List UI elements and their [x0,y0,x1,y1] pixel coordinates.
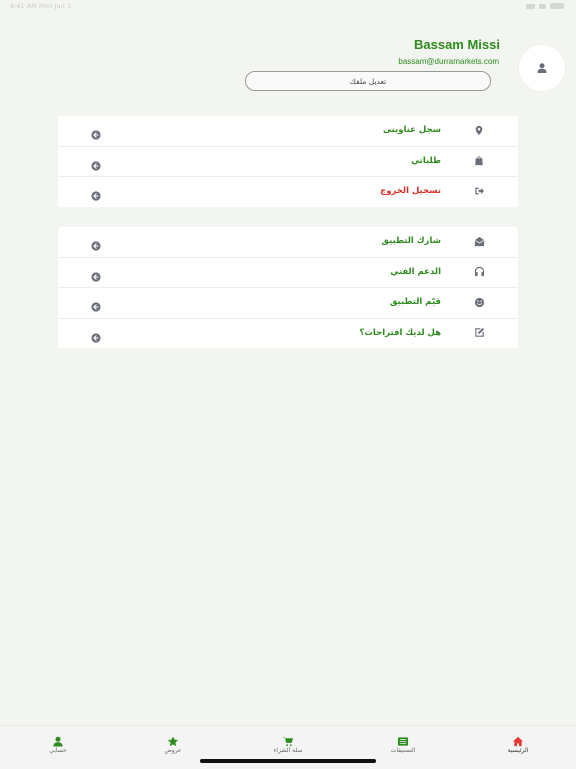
nav-item-home[interactable]: الرئيسية [483,732,553,754]
account-menu-card: سجل عناوينى طلباتي تسجيل الخروج [58,116,518,207]
edit-profile-button[interactable]: تعديل ملفك [245,71,491,91]
location-pin-icon [473,124,485,136]
home-icon [512,732,524,747]
avatar[interactable] [519,45,565,91]
menu-row[interactable]: تسجيل الخروج [58,177,518,207]
nav-item-categories[interactable]: التصنيفات [368,732,438,754]
arrow-left-circle-icon [91,236,101,251]
nav-item-user[interactable]: حسابي [23,732,93,754]
arrow-left-circle-icon [91,186,101,201]
headphones-icon [473,266,485,278]
signal-icon [526,3,535,9]
user-icon [537,63,547,73]
shopping-bag-icon [473,155,485,167]
app-menu-card: شارك التطبيق الدعم الفني قيّم التطبيق هل لد… [58,227,518,348]
nav-label: سلة الشراء [273,747,303,754]
arrow-left-circle-icon [91,267,101,282]
profile-name: Bassam Missi [414,37,500,52]
menu-row-label: هل لديك اقتراحات؟ [359,327,441,338]
wifi-icon [539,3,546,9]
nav-label: الرئيسية [507,747,529,754]
smile-icon [473,296,485,308]
battery-icon [550,3,564,9]
nav-item-cart[interactable]: سلة الشراء [253,732,323,754]
arrow-left-circle-icon [91,328,101,343]
nav-label: حسابي [49,747,67,754]
cart-icon [282,732,294,747]
nav-label: التصنيفات [390,747,416,754]
menu-row[interactable]: الدعم الفني [58,258,518,288]
menu-row[interactable]: قيّم التطبيق [58,288,518,319]
logout-icon [473,185,485,197]
star-icon [167,732,179,747]
menu-row[interactable]: هل لديك اقتراحات؟ [58,319,518,349]
home-indicator [200,759,376,763]
menu-row[interactable]: سجل عناوينى [58,116,518,147]
menu-row-label: قيّم التطبيق [389,297,441,307]
status-indicators [526,3,564,9]
menu-row[interactable]: شارك التطبيق [58,227,518,258]
user-icon [52,732,64,747]
arrow-left-circle-icon [91,297,101,312]
edit-icon [473,327,485,339]
profile-email: bassam@durramarkets.com [398,57,499,66]
menu-row-label: طلباتي [411,155,441,166]
menu-row-label: شارك التطبيق [381,236,441,246]
menu-row-label: سجل عناوينى [382,125,441,135]
categories-icon [397,732,409,746]
status-bar: 9:41 AM Mon Jun 3 [0,0,576,14]
menu-row[interactable]: طلباتي [58,147,518,177]
menu-row-label: الدعم الفني [390,266,441,277]
status-time: 9:41 AM Mon Jun 3 [10,3,72,10]
nav-label: عروض [164,747,182,754]
menu-row-label: تسجيل الخروج [380,186,441,196]
nav-item-star[interactable]: عروض [138,732,208,754]
arrow-left-circle-icon [91,156,101,171]
arrow-left-circle-icon [91,125,101,140]
envelope-open-icon [473,235,485,247]
